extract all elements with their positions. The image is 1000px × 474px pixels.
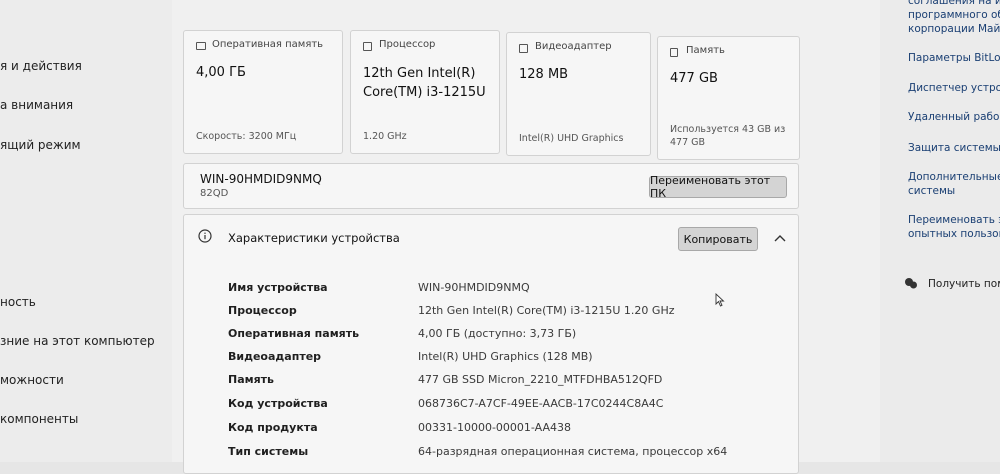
advanced-system-settings-link-2[interactable]: системы [908, 184, 955, 198]
spec-key: Процессор [228, 304, 297, 317]
spec-value: 64-разрядная операционная система, проце… [418, 445, 728, 458]
spec-key: Видеоадаптер [228, 350, 322, 363]
nav-item-project-to-pc[interactable]: зние на этот компьютер [0, 334, 155, 348]
memory-icon [196, 42, 206, 50]
pc-model: 82QD [200, 188, 229, 199]
rename-pc-button[interactable]: Переименовать этот ПК [649, 174, 787, 200]
card-value: 4,00 ГБ [196, 65, 246, 80]
related-settings-panel: соглашения на ис программного обе корпор… [880, 0, 1000, 462]
spec-key: Код продукта [228, 421, 318, 434]
card-sub: Intel(R) UHD Graphics [519, 133, 624, 144]
spec-value: 477 GB SSD Micron_2210_MTFDHBA512QFD [418, 373, 663, 386]
card-label: Оперативная память [212, 39, 324, 50]
spec-value: 12th Gen Intel(R) Core(TM) i3-1215U 1.20… [418, 304, 675, 317]
chevron-up-icon[interactable] [774, 233, 786, 243]
advanced-system-settings-link[interactable]: Дополнительные па [908, 170, 1000, 184]
get-help-link[interactable]: Получить помощ [928, 278, 1000, 290]
card-value: 477 GB [670, 71, 718, 86]
device-specs-section: Характеристики устройства Копировать Имя… [183, 214, 799, 474]
bitlocker-settings-link[interactable]: Параметры BitLock [908, 51, 1000, 65]
card-value: 12th Gen Intel(R) Core(TM) i3-1215U [363, 66, 486, 100]
card-gpu: Видеоадаптер 128 MB Intel(R) UHD Graphic… [506, 32, 651, 156]
license-link-line[interactable]: соглашения на ис [908, 0, 1000, 8]
processor-icon [363, 42, 372, 51]
help-chat-icon [905, 278, 917, 289]
nav-item-power-mode[interactable]: ящий режим [0, 138, 81, 152]
nav-item-notifications[interactable]: я и действия [0, 59, 82, 73]
copy-button[interactable]: Копировать [678, 227, 758, 251]
system-protection-link[interactable]: Защита системы [908, 141, 1000, 155]
card-label: Видеоадаптер [535, 41, 612, 52]
spec-value: 4,00 ГБ (доступно: 3,73 ГБ) [418, 327, 577, 340]
card-memory: Оперативная память 4,00 ГБ Скорость: 320… [183, 30, 343, 154]
card-value: 128 MB [519, 67, 569, 82]
spec-key: Оперативная память [228, 327, 360, 340]
card-sub: Скорость: 3200 МГц [196, 131, 297, 142]
info-icon [198, 229, 212, 243]
card-label: Память [686, 45, 725, 56]
spec-key: Тип системы [228, 445, 309, 458]
nav-item-focus[interactable]: а внимания [0, 98, 73, 112]
nav-item-misc[interactable]: ность [0, 295, 36, 309]
device-manager-link[interactable]: Диспетчер устройс [908, 81, 1000, 95]
device-specs-title: Характеристики устройства [228, 231, 400, 245]
card-sub: Используется 43 GB из 477 GB [670, 124, 786, 148]
card-processor: Процессор 12th Gen Intel(R) Core(TM) i3-… [350, 30, 500, 154]
spec-key: Имя устройства [228, 281, 328, 294]
card-storage: Память 477 GB Используется 43 GB из 477 … [657, 36, 800, 160]
pc-name-section: WIN-90HMDID9NMQ 82QD Переименовать этот … [183, 163, 799, 209]
spec-key: Код устройства [228, 397, 328, 410]
license-link-line[interactable]: программного обе [908, 8, 1000, 22]
mouse-cursor-icon [715, 293, 725, 307]
spec-value: WIN-90HMDID9NMQ [418, 281, 530, 294]
settings-nav: я и действия а внимания ящий режим ность… [0, 0, 172, 462]
pc-name: WIN-90HMDID9NMQ [200, 172, 322, 186]
spec-value: Intel(R) UHD Graphics (128 MB) [418, 350, 593, 363]
card-sub: 1.20 GHz [363, 131, 407, 142]
spec-value: 00331-10000-00001-AA438 [418, 421, 571, 434]
gpu-icon [519, 44, 528, 53]
card-label: Процессор [379, 39, 436, 50]
remote-desktop-link[interactable]: Удаленный рабочи [908, 110, 1000, 124]
storage-icon [670, 48, 678, 57]
rename-pc-advanced-link-2[interactable]: опытных пользоват [908, 227, 1000, 241]
nav-item-features[interactable]: можности [0, 373, 64, 387]
rename-pc-advanced-link[interactable]: Переименовать это [908, 213, 1000, 227]
spec-value: 068736C7-A7CF-49EE-AACB-17C0244C8A4C [418, 397, 664, 410]
license-link-line[interactable]: корпорации Майкр [908, 22, 1000, 36]
nav-item-components[interactable]: компоненты [0, 412, 78, 426]
spec-key: Память [228, 373, 275, 386]
